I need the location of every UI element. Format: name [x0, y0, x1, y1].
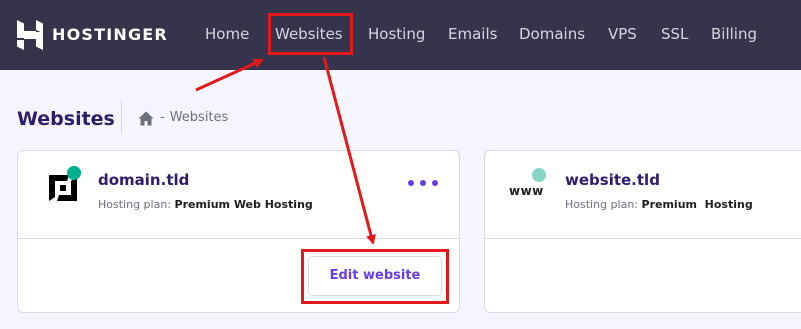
hosting-plan-label: Hosting plan:: [98, 198, 172, 211]
hosting-plan-value: Premium Hosting: [641, 198, 753, 211]
breadcrumb-separator: -: [160, 110, 165, 125]
breadcrumb-current: Websites: [169, 110, 229, 125]
card-divider: [485, 238, 801, 239]
status-dot: [532, 168, 546, 182]
more-options-button[interactable]: [408, 175, 438, 191]
domain-name[interactable]: domain.tld: [98, 170, 189, 190]
nav-item-home[interactable]: Home: [205, 23, 249, 45]
domain-name[interactable]: website.tld: [565, 170, 660, 190]
highlight-box-websites-nav: [268, 13, 353, 55]
hosting-plan-label: Hosting plan:: [565, 198, 639, 211]
hosting-plan: Hosting plan: Premium Hosting: [565, 197, 753, 213]
breadcrumb: - Websites: [138, 108, 228, 128]
page-title: Websites: [17, 108, 115, 130]
nav-item-hosting[interactable]: Hosting: [368, 23, 425, 45]
brand-name: HOSTINGER: [52, 25, 168, 44]
nav-item-ssl[interactable]: SSL: [661, 23, 688, 45]
hostinger-logo-icon: [17, 20, 43, 50]
status-dot: [67, 166, 81, 180]
brand-logo[interactable]: HOSTINGER: [17, 19, 168, 51]
hosting-plan: Hosting plan: Premium Web Hosting: [98, 197, 313, 213]
nav-item-emails[interactable]: Emails: [448, 23, 497, 45]
home-icon[interactable]: [138, 111, 154, 126]
card-divider: [18, 238, 459, 239]
title-divider: [121, 101, 122, 134]
more-dot-icon: [420, 180, 426, 186]
www-icon: www: [509, 184, 544, 198]
more-dot-icon: [432, 180, 438, 186]
highlight-box-edit-website: [301, 249, 449, 304]
nav-item-billing[interactable]: Billing: [711, 23, 757, 45]
nav-item-vps[interactable]: VPS: [608, 23, 637, 45]
website-card: www website.tld Hosting plan: Premium Ho…: [484, 150, 801, 313]
top-navigation-bar: HOSTINGER Home Websites Hosting Emails D…: [0, 0, 801, 70]
more-dot-icon: [408, 180, 414, 186]
hosting-plan-value: Premium Web Hosting: [174, 198, 313, 211]
nav-item-domains[interactable]: Domains: [519, 23, 585, 45]
